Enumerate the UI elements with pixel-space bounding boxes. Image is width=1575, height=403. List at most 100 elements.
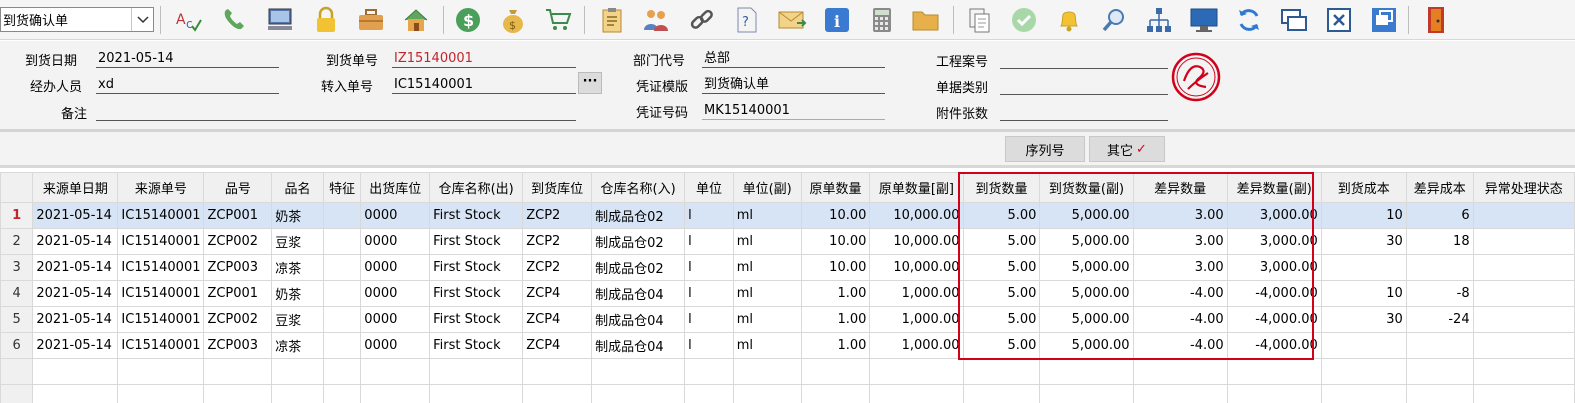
table-cell[interactable] (522, 384, 593, 403)
table-cell[interactable]: -4.00 (1132, 306, 1228, 333)
table-cell[interactable] (1472, 332, 1575, 359)
table-cell[interactable]: l (684, 280, 734, 307)
cart-icon[interactable] (542, 4, 574, 36)
table-cell[interactable]: ZCP002 (203, 228, 273, 255)
table-cell[interactable]: 5,000.00 (1039, 280, 1134, 307)
dept-code-field[interactable]: 总部 (702, 50, 885, 68)
column-header[interactable]: 来源单号 (117, 172, 205, 203)
table-cell[interactable] (322, 358, 362, 385)
table-cell[interactable]: 5,000.00 (1039, 254, 1134, 281)
table-cell[interactable]: 2021-05-14 (32, 228, 119, 255)
row-number[interactable]: 1 (0, 202, 34, 229)
column-header[interactable]: 特征 (322, 172, 362, 203)
table-cell[interactable] (0, 384, 34, 403)
row-number[interactable]: 3 (0, 254, 34, 281)
table-cell[interactable]: 5.00 (962, 228, 1041, 255)
empty-row[interactable] (0, 358, 1575, 385)
table-row[interactable]: 2 2021-05-14 IC15140001 ZCP002 豆浆 0000 First S… (0, 228, 1575, 255)
table-cell[interactable] (271, 358, 324, 385)
table-cell[interactable] (522, 358, 593, 385)
dollar-icon[interactable]: $ (452, 4, 484, 36)
table-cell[interactable] (271, 384, 324, 403)
clipboard-icon[interactable] (596, 4, 628, 36)
table-cell[interactable] (322, 306, 362, 333)
table-cell[interactable]: First Stock (429, 280, 524, 307)
arrival-no-field[interactable]: IZ15140001 (392, 50, 576, 68)
table-cell[interactable]: ml (732, 332, 802, 359)
table-cell[interactable]: ZCP001 (203, 202, 273, 229)
column-header[interactable]: 品名 (271, 172, 324, 203)
column-header[interactable]: 原单数量 (800, 172, 871, 203)
table-cell[interactable]: IC15140001 (117, 254, 205, 281)
table-cell[interactable] (962, 358, 1041, 385)
windows-icon[interactable] (1278, 4, 1310, 36)
table-row[interactable]: 6 2021-05-14 IC15140001 ZCP003 凉茶 0000 First S… (0, 332, 1575, 359)
table-cell[interactable]: ZCP2 (522, 254, 593, 281)
table-cell[interactable]: 18 (1405, 228, 1474, 255)
table-cell[interactable] (962, 384, 1041, 403)
table-cell[interactable]: 0000 (360, 202, 431, 229)
table-cell[interactable]: 10.00 (800, 228, 871, 255)
check-icon[interactable] (1008, 4, 1040, 36)
column-header[interactable]: 品号 (203, 172, 273, 203)
column-header[interactable]: 单位 (684, 172, 734, 203)
table-cell[interactable]: 5.00 (962, 202, 1041, 229)
table-cell[interactable] (429, 358, 524, 385)
help-doc-icon[interactable]: ? (731, 4, 763, 36)
transfer-lookup-button[interactable]: ··· (578, 72, 602, 94)
close-icon[interactable] (1323, 4, 1355, 36)
table-row[interactable]: 4 2021-05-14 IC15140001 ZCP001 奶茶 0000 First S… (0, 280, 1575, 307)
table-cell[interactable] (1132, 384, 1228, 403)
spellcheck-icon[interactable]: Ac (172, 4, 204, 36)
table-cell[interactable]: IC15140001 (117, 202, 205, 229)
copy-icon[interactable] (964, 4, 996, 36)
table-cell[interactable]: First Stock (429, 254, 524, 281)
table-cell[interactable]: 奶茶 (271, 280, 324, 307)
table-cell[interactable]: 3.00 (1132, 202, 1228, 229)
table-cell[interactable]: 凉茶 (271, 254, 324, 281)
phone-icon[interactable] (218, 4, 250, 36)
table-cell[interactable]: 制成品仓02 (591, 254, 686, 281)
table-cell[interactable] (1405, 254, 1474, 281)
table-row[interactable]: 3 2021-05-14 IC15140001 ZCP003 凉茶 0000 First S… (0, 254, 1575, 281)
column-header[interactable]: 到货数量(副) (1039, 172, 1134, 203)
table-cell[interactable] (1039, 358, 1134, 385)
table-cell[interactable]: IC15140001 (117, 332, 205, 359)
column-header[interactable]: 差异数量 (1132, 172, 1228, 203)
table-cell[interactable] (32, 384, 119, 403)
table-cell[interactable] (1472, 280, 1575, 307)
table-cell[interactable]: 1.00 (800, 306, 871, 333)
table-cell[interactable]: ZCP001 (203, 280, 273, 307)
table-cell[interactable]: 10,000.00 (869, 202, 964, 229)
table-cell[interactable] (800, 358, 871, 385)
info-icon[interactable]: i (821, 4, 853, 36)
table-cell[interactable]: 2021-05-14 (32, 280, 119, 307)
table-cell[interactable]: ZCP2 (522, 202, 593, 229)
table-cell[interactable]: 5,000.00 (1039, 228, 1134, 255)
table-cell[interactable]: 0000 (360, 332, 431, 359)
table-cell[interactable] (684, 384, 734, 403)
table-cell[interactable] (869, 384, 964, 403)
table-cell[interactable]: 5,000.00 (1039, 306, 1134, 333)
table-cell[interactable]: First Stock (429, 306, 524, 333)
handler-field[interactable]: xd (96, 76, 279, 94)
table-cell[interactable] (1405, 332, 1474, 359)
table-cell[interactable]: 3,000.00 (1226, 202, 1322, 229)
column-header[interactable]: 单位(副) (732, 172, 802, 203)
users-icon[interactable] (640, 4, 672, 36)
column-header[interactable]: 出货库位 (360, 172, 431, 203)
column-header[interactable]: 到货库位 (522, 172, 593, 203)
table-cell[interactable]: 30 (1320, 306, 1407, 333)
table-cell[interactable]: 6 (1405, 202, 1474, 229)
column-header[interactable]: 到货数量 (962, 172, 1041, 203)
table-row[interactable]: 1 2021-05-14 IC15140001 ZCP001 奶茶 0000 First S… (0, 202, 1575, 229)
table-cell[interactable] (1226, 358, 1322, 385)
table-cell[interactable] (1472, 306, 1575, 333)
table-cell[interactable]: ml (732, 254, 802, 281)
chevron-down-icon[interactable] (131, 8, 153, 31)
table-cell[interactable]: 30 (1320, 228, 1407, 255)
table-cell[interactable] (322, 228, 362, 255)
table-cell[interactable]: 制成品仓02 (591, 228, 686, 255)
note-field[interactable] (96, 103, 576, 121)
column-header[interactable]: 到货成本 (1320, 172, 1407, 203)
